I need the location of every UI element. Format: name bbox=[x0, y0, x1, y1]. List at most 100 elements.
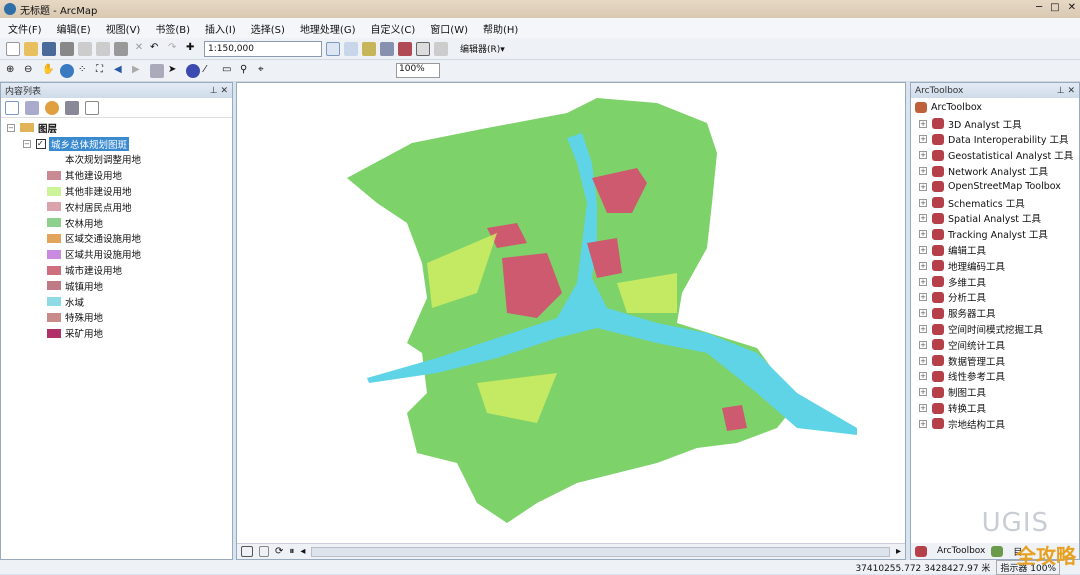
zoom-in-icon[interactable]: ⊕ bbox=[6, 64, 20, 78]
horizontal-scrollbar[interactable] bbox=[311, 546, 890, 557]
layer-name[interactable]: 城乡总体规划图斑 bbox=[49, 136, 130, 151]
pan-icon[interactable]: ✋ bbox=[42, 64, 56, 78]
toolbox-root[interactable]: ArcToolbox bbox=[931, 102, 982, 113]
python-window-icon[interactable] bbox=[416, 41, 430, 56]
expand-icon[interactable]: + bbox=[919, 419, 927, 428]
delete-icon[interactable]: ✕ bbox=[132, 42, 146, 56]
identify-icon[interactable] bbox=[186, 63, 200, 78]
menu-bookmarks[interactable]: 书签(B) bbox=[155, 21, 190, 36]
list-by-drawing-order-icon[interactable] bbox=[5, 101, 19, 115]
toolbox-item[interactable]: + Network Analyst 工具 bbox=[915, 163, 1079, 179]
expand-icon[interactable]: + bbox=[919, 230, 927, 239]
toolbox-item[interactable]: + 分析工具 bbox=[915, 290, 1079, 306]
arctoolbox-icon[interactable] bbox=[398, 41, 412, 56]
toolbox-item[interactable]: + 空间统计工具 bbox=[915, 337, 1079, 353]
expand-icon[interactable]: + bbox=[919, 246, 927, 255]
close-button[interactable]: ✕ bbox=[1068, 2, 1076, 13]
toolbox-item[interactable]: + 转换工具 bbox=[915, 400, 1079, 416]
expand-icon[interactable]: + bbox=[919, 119, 927, 128]
layout-view-icon[interactable] bbox=[259, 546, 269, 557]
toolbox-item[interactable]: + Geostatistical Analyst 工具 bbox=[915, 147, 1079, 163]
forward-icon[interactable]: ▶ bbox=[132, 64, 146, 78]
undo-icon[interactable]: ↶ bbox=[150, 42, 164, 56]
collapse-icon[interactable]: − bbox=[7, 123, 15, 132]
map-canvas[interactable] bbox=[237, 83, 905, 543]
fixed-zoom-out-icon[interactable]: ⛶ bbox=[96, 64, 110, 78]
map-view[interactable]: ⟳ ⏸ ◂ ▸ bbox=[236, 82, 906, 560]
scroll-left-icon[interactable]: ◂ bbox=[300, 546, 305, 557]
cut-icon[interactable] bbox=[78, 41, 92, 56]
print-icon[interactable] bbox=[60, 41, 74, 56]
toolbox-pin-close[interactable]: ⊥ ✕ bbox=[1057, 86, 1075, 96]
new-icon[interactable] bbox=[6, 41, 20, 56]
menu-window[interactable]: 窗口(W) bbox=[430, 21, 468, 36]
toolbox-item[interactable]: + 线性参考工具 bbox=[915, 369, 1079, 385]
expand-icon[interactable]: + bbox=[919, 277, 927, 286]
menu-selection[interactable]: 选择(S) bbox=[251, 21, 285, 36]
expand-icon[interactable]: + bbox=[919, 325, 927, 334]
add-data-icon[interactable]: ✚ bbox=[186, 42, 200, 56]
toc-window-icon[interactable] bbox=[344, 41, 358, 56]
layout-zoom-input[interactable]: 100% bbox=[396, 63, 440, 78]
list-by-source-icon[interactable] bbox=[25, 101, 39, 115]
minimize-button[interactable]: ─ bbox=[1036, 2, 1042, 13]
html-popup-icon[interactable]: ⁄ bbox=[204, 64, 218, 78]
maximize-button[interactable]: □ bbox=[1050, 2, 1059, 13]
toolbox-item[interactable]: + 数据管理工具 bbox=[915, 353, 1079, 369]
toolbox-item[interactable]: + 空间时间模式挖掘工具 bbox=[915, 321, 1079, 337]
toolbox-item[interactable]: +3D Analyst 工具 bbox=[915, 116, 1079, 132]
toolbox-item[interactable]: + Data Interoperability 工具 bbox=[915, 132, 1079, 148]
expand-icon[interactable]: + bbox=[919, 372, 927, 381]
toolbox-item[interactable]: + 制图工具 bbox=[915, 384, 1079, 400]
toolbox-item[interactable]: + OpenStreetMap Toolbox bbox=[915, 179, 1079, 195]
redo-icon[interactable]: ↷ bbox=[168, 42, 182, 56]
list-by-visibility-icon[interactable] bbox=[45, 101, 59, 115]
expand-icon[interactable]: + bbox=[919, 151, 927, 160]
toolbox-item[interactable]: + 多维工具 bbox=[915, 274, 1079, 290]
modelbuilder-icon[interactable] bbox=[434, 41, 448, 56]
expand-icon[interactable]: + bbox=[919, 167, 927, 176]
editor-toolbar-icon[interactable] bbox=[326, 41, 340, 56]
menu-geoprocessing[interactable]: 地理处理(G) bbox=[300, 21, 356, 36]
expand-icon[interactable]: + bbox=[919, 404, 927, 413]
full-extent-icon[interactable] bbox=[60, 63, 74, 78]
toolbox-item[interactable]: + 编辑工具 bbox=[915, 242, 1079, 258]
catalog-icon[interactable] bbox=[362, 41, 376, 56]
menu-file[interactable]: 文件(F) bbox=[8, 21, 42, 36]
toolbox-item[interactable]: + Tracking Analyst 工具 bbox=[915, 226, 1079, 242]
toc-pin-close[interactable]: ⊥ ✕ bbox=[210, 86, 228, 96]
find-icon[interactable]: ⚲ bbox=[240, 64, 254, 78]
expand-icon[interactable]: + bbox=[919, 261, 927, 270]
search-window-icon[interactable] bbox=[380, 41, 394, 56]
options-icon[interactable] bbox=[85, 101, 99, 115]
expand-icon[interactable]: + bbox=[919, 388, 927, 397]
fixed-zoom-in-icon[interactable]: ⁘ bbox=[78, 64, 92, 78]
toolbox-item[interactable]: + Schematics 工具 bbox=[915, 195, 1079, 211]
measure-icon[interactable]: ▭ bbox=[222, 64, 236, 78]
paste-icon[interactable] bbox=[114, 41, 128, 56]
back-icon[interactable]: ◀ bbox=[114, 64, 128, 78]
refresh-icon[interactable]: ⟳ bbox=[275, 546, 283, 557]
copy-icon[interactable] bbox=[96, 41, 110, 56]
menu-help[interactable]: 帮助(H) bbox=[483, 21, 518, 36]
scroll-right-icon[interactable]: ▸ bbox=[896, 546, 901, 557]
select-features-icon[interactable] bbox=[150, 63, 164, 78]
expand-icon[interactable]: + bbox=[919, 293, 927, 302]
list-by-selection-icon[interactable] bbox=[65, 101, 79, 115]
select-elements-icon[interactable]: ➤ bbox=[168, 64, 182, 78]
tab-arctoolbox[interactable]: ArcToolbox bbox=[937, 546, 985, 556]
collapse-icon[interactable]: − bbox=[23, 139, 31, 148]
pause-drawing-icon[interactable]: ⏸ bbox=[289, 546, 294, 557]
expand-icon[interactable]: + bbox=[919, 214, 927, 223]
menu-insert[interactable]: 插入(I) bbox=[205, 21, 236, 36]
toolbox-item[interactable]: + 宗地结构工具 bbox=[915, 416, 1079, 432]
expand-icon[interactable]: + bbox=[919, 135, 927, 144]
zoom-out-icon[interactable]: ⊖ bbox=[24, 64, 38, 78]
data-view-icon[interactable] bbox=[241, 546, 253, 557]
toolbox-item[interactable]: + Spatial Analyst 工具 bbox=[915, 211, 1079, 227]
toolbox-item[interactable]: + 服务器工具 bbox=[915, 305, 1079, 321]
menu-customize[interactable]: 自定义(C) bbox=[371, 21, 416, 36]
expand-icon[interactable]: + bbox=[919, 356, 927, 365]
toolbox-item[interactable]: + 地理编码工具 bbox=[915, 258, 1079, 274]
go-to-xy-icon[interactable]: ⌖ bbox=[258, 64, 272, 78]
